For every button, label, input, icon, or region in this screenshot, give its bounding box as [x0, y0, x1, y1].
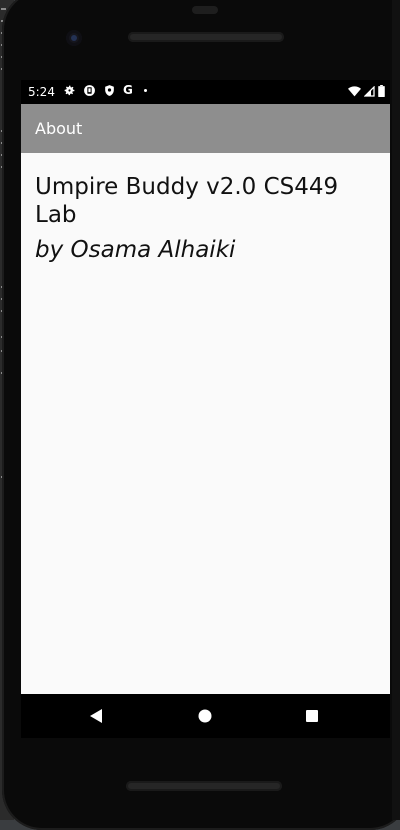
- status-system-icons: [348, 85, 385, 97]
- top-speaker-grille: [128, 32, 284, 42]
- status-notification-icons: G: [63, 84, 147, 97]
- device-screen: 5:24 G About Umpire Buddy v2.0 CS449 Lab…: [21, 80, 390, 694]
- google-icon: G: [123, 83, 133, 97]
- home-icon[interactable]: [196, 707, 214, 725]
- status-time: 5:24: [28, 85, 55, 99]
- signal-icon: [364, 85, 375, 97]
- navigation-bar: [21, 694, 390, 738]
- settings-icon: [64, 85, 75, 96]
- notification-icon: [84, 85, 95, 96]
- recents-icon[interactable]: [303, 707, 321, 725]
- bottom-speaker-grille: [126, 781, 282, 791]
- phone-sensor-slot: [192, 6, 218, 14]
- back-icon[interactable]: [88, 707, 106, 725]
- app-bar: About: [21, 104, 390, 153]
- wifi-icon: [348, 85, 361, 96]
- about-content: Umpire Buddy v2.0 CS449 Lab by Osama Alh…: [21, 153, 390, 694]
- phone-side-edge: [392, 0, 400, 820]
- front-camera: [66, 30, 82, 46]
- battery-icon: [378, 85, 385, 97]
- dot-icon: [143, 89, 147, 92]
- page-title: About: [35, 119, 83, 138]
- shield-icon: [105, 85, 114, 96]
- app-version-text: Umpire Buddy v2.0 CS449 Lab: [35, 174, 339, 228]
- author-text: by Osama Alhaiki: [35, 237, 236, 263]
- status-bar: 5:24 G: [21, 80, 390, 104]
